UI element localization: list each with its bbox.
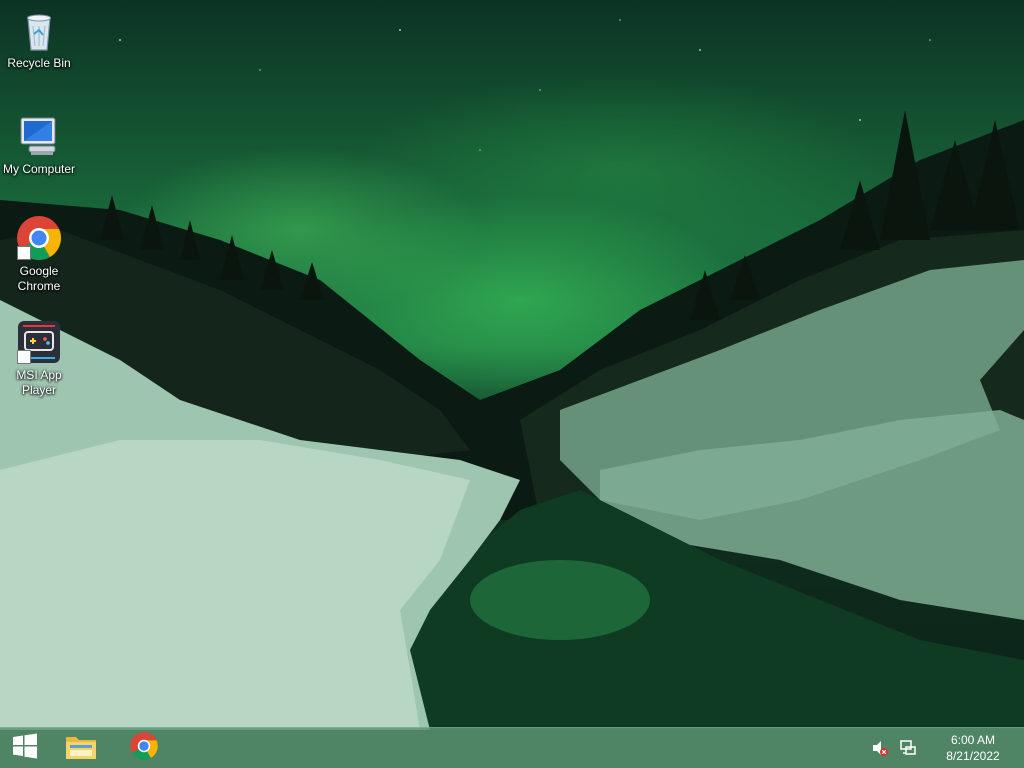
desktop-icon-label: Recycle Bin: [7, 56, 71, 70]
file-explorer-icon: [64, 731, 98, 766]
desktop-icon-google-chrome[interactable]: Google Chrome: [0, 214, 78, 294]
msi-app-player-icon: [15, 318, 63, 366]
shortcut-arrow-icon: [17, 350, 31, 364]
desktop-icon-my-computer[interactable]: My Computer: [0, 112, 78, 177]
desktop-icon-recycle-bin[interactable]: Recycle Bin: [0, 6, 78, 71]
shortcut-arrow-icon: [17, 246, 31, 260]
taskbar-clock[interactable]: 6:00 AM 8/21/2022: [928, 732, 1018, 764]
clock-time: 6:00 AM: [950, 733, 996, 747]
system-tray: 6:00 AM 8/21/2022: [866, 728, 1024, 768]
desktop: Recycle Bin My Computer Google Chrome MS…: [0, 0, 1024, 768]
chrome-icon: [15, 214, 63, 262]
start-button[interactable]: [0, 728, 50, 768]
chrome-icon: [129, 731, 159, 766]
recycle-bin-icon: [15, 6, 63, 54]
desktop-icon-label: My Computer: [2, 162, 76, 176]
volume-muted-icon[interactable]: [871, 739, 889, 757]
desktop-icon-label: MSI App Player: [16, 368, 62, 397]
network-icon[interactable]: [899, 739, 917, 757]
taskbar-chrome-button[interactable]: [119, 728, 169, 768]
desktop-icon-label: Google Chrome: [17, 264, 61, 293]
taskbar-file-explorer-button[interactable]: [56, 728, 106, 768]
desktop-icon-msi-app-player[interactable]: MSI App Player: [0, 318, 78, 398]
windows-logo-icon: [12, 733, 38, 764]
taskbar: 6:00 AM 8/21/2022: [0, 727, 1024, 768]
computer-icon: [15, 112, 63, 160]
wallpaper-image: [0, 19, 1024, 730]
clock-date: 8/21/2022: [946, 749, 1000, 763]
